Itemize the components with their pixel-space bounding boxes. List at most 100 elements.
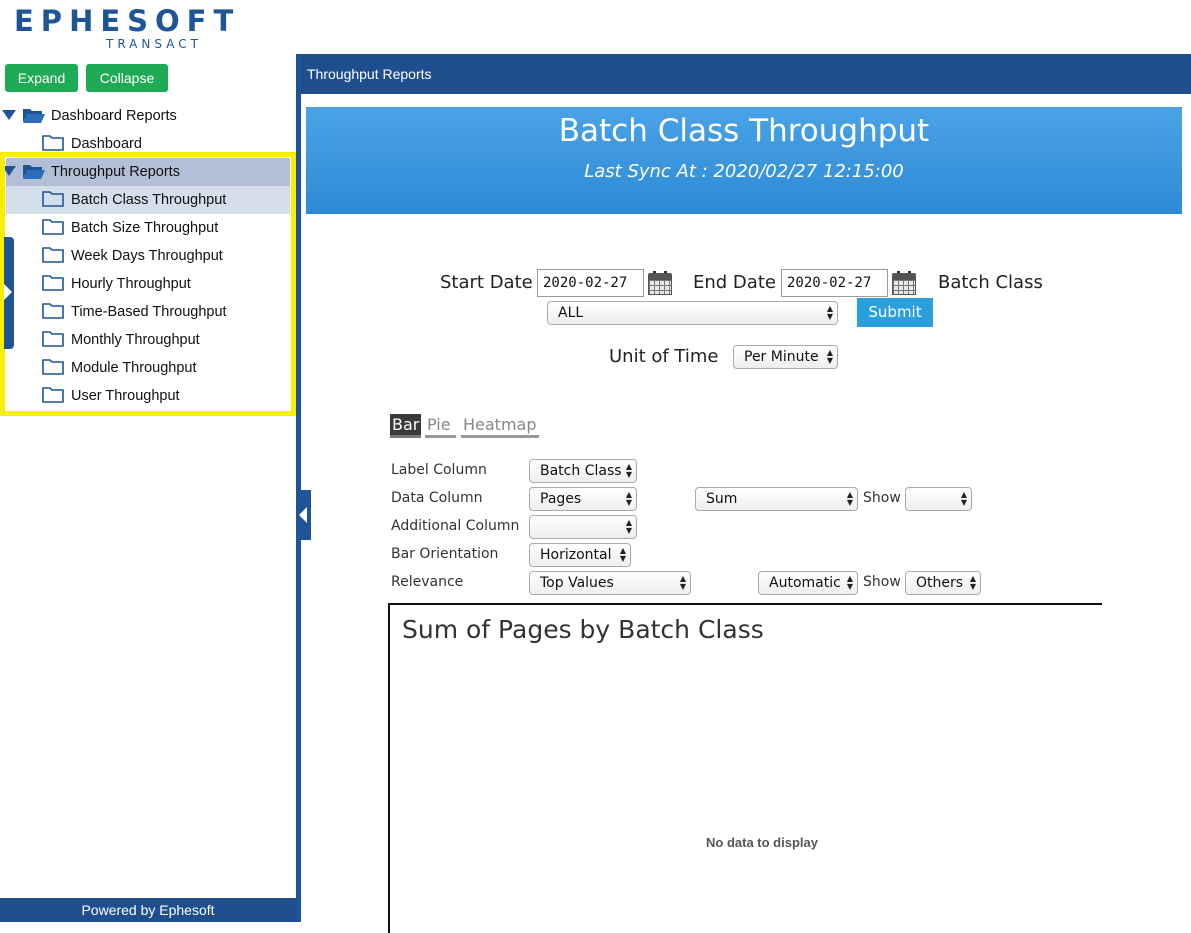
relevance-select[interactable]: Top Values ▲ ▼ (529, 571, 691, 595)
folder-icon (42, 246, 64, 267)
select-arrows-icon: ▲ ▼ (619, 546, 626, 563)
folder-icon (42, 386, 64, 407)
collapse-all-button[interactable]: Collapse All (86, 64, 168, 114)
tree-label: Time-Based Throughput (71, 304, 227, 320)
select-arrows-icon: ▲ ▼ (826, 304, 833, 321)
select-arrows-icon: ▲ ▼ (846, 574, 853, 591)
select-value: Horizontal (540, 547, 612, 563)
tree-label: Hourly Throughput (71, 276, 191, 292)
last-sync-text: Last Sync At : 2020/02/27 12:15:00 (584, 161, 904, 182)
folder-open-icon (22, 162, 46, 184)
logo-sub-text: TRANSACT (106, 37, 202, 51)
tree-item-week-days-throughput[interactable]: Week Days Throughput (0, 242, 296, 270)
select-value: Top Values (540, 575, 614, 591)
select-arrows-icon: ▲ ▼ (679, 574, 686, 591)
tab-heatmap[interactable]: Heatmap (461, 414, 539, 438)
bar-orientation-select[interactable]: Horizontal ▲ ▼ (529, 543, 631, 567)
no-data-message: No data to display (706, 835, 818, 850)
caret-down-icon[interactable] (2, 110, 16, 120)
select-arrows-icon: ▲ ▼ (625, 518, 632, 535)
chevron-right-icon[interactable] (4, 284, 12, 300)
tree-label: Week Days Throughput (71, 248, 223, 264)
powered-by-footer: Powered by Ephesoft (0, 898, 296, 922)
aggregate-select[interactable]: Sum ▲ ▼ (695, 487, 858, 511)
select-arrows-icon: ▲ ▼ (625, 462, 632, 479)
folder-icon (42, 190, 64, 211)
data-column-label: Data Column (391, 490, 483, 506)
panel-divider[interactable] (296, 54, 301, 922)
main-header: Throughput Reports (301, 54, 1191, 94)
select-arrows-icon: ▲ ▼ (826, 348, 833, 365)
unit-of-time-select[interactable]: Per Minute ▲ ▼ (733, 345, 838, 369)
tree-item-hourly-throughput[interactable]: Hourly Throughput (0, 270, 296, 298)
select-value: Others (916, 575, 964, 591)
ephesoft-logo: EPHESOFT TRANSACT (14, 4, 233, 51)
select-value: Batch Class (540, 463, 622, 479)
report-banner: Batch Class Throughput Last Sync At : 20… (306, 107, 1182, 214)
select-value: Automatic (769, 575, 841, 591)
folder-icon (42, 330, 64, 351)
end-date-label: End Date (693, 272, 776, 293)
tree-item-module-throughput[interactable]: Module Throughput (0, 354, 296, 382)
tab-bar[interactable]: Bar (390, 414, 421, 438)
tree-label: Dashboard Reports (51, 108, 177, 124)
select-arrows-icon: ▲ ▼ (960, 490, 967, 507)
unit-of-time-label: Unit of Time (609, 346, 719, 367)
additional-column-select[interactable]: ▲ ▼ (529, 515, 637, 539)
select-value: Pages (540, 491, 582, 507)
select-value: ALL (558, 305, 584, 321)
batch-class-label: Batch Class (938, 272, 1043, 293)
tree-label: Monthly Throughput (71, 332, 200, 348)
tree-label: Dashboard (71, 136, 142, 152)
show-others-select[interactable]: Others ▲ ▼ (905, 571, 981, 595)
select-arrows-icon: ▲ ▼ (625, 490, 632, 507)
tree-label: Batch Size Throughput (71, 220, 219, 236)
start-date-label: Start Date (440, 272, 533, 293)
folder-icon (42, 218, 64, 239)
data-column-select[interactable]: Pages ▲ ▼ (529, 487, 637, 511)
tree-item-monthly-throughput[interactable]: Monthly Throughput (0, 326, 296, 354)
show-count-select[interactable]: ▲ ▼ (905, 487, 972, 511)
select-arrows-icon: ▲ ▼ (969, 574, 976, 591)
expand-all-button[interactable]: Expand All (5, 64, 78, 114)
folder-icon (42, 274, 64, 295)
relevance-label: Relevance (391, 574, 464, 590)
sidebar: Expand All Collapse All Dashboard Report… (0, 54, 296, 922)
tab-pie[interactable]: Pie (425, 414, 456, 438)
show-label: Show (863, 574, 901, 590)
tree-item-user-throughput[interactable]: User Throughput (0, 382, 296, 410)
chart-title: Sum of Pages by Batch Class (402, 615, 764, 644)
start-date-input[interactable]: 2020-02-27 (537, 269, 644, 297)
chevron-left-icon[interactable] (299, 507, 307, 523)
folder-icon (42, 358, 64, 379)
tree-item-time-based-throughput[interactable]: Time-Based Throughput (0, 298, 296, 326)
chart-container: Sum of Pages by Batch Class No data to d… (388, 603, 1102, 933)
caret-down-icon[interactable] (2, 166, 16, 176)
label-column-label: Label Column (391, 462, 487, 478)
folder-icon (42, 302, 64, 323)
select-value: Per Minute (744, 349, 819, 365)
relevance-mode-select[interactable]: Automatic ▲ ▼ (758, 571, 858, 595)
tree-label: User Throughput (71, 388, 180, 404)
page-title: Batch Class Throughput (558, 113, 930, 149)
submit-button[interactable]: Submit (857, 298, 933, 327)
tree-item-batch-size-throughput[interactable]: Batch Size Throughput (0, 214, 296, 242)
tree-label: Module Throughput (71, 360, 197, 376)
tree-item-dashboard[interactable]: Dashboard (0, 130, 296, 158)
tree-node-throughput-reports[interactable]: Throughput Reports (2, 158, 290, 186)
report-tree: Dashboard Reports Dashboard Throughput R… (0, 102, 296, 410)
calendar-icon[interactable] (648, 271, 672, 295)
tree-label: Batch Class Throughput (71, 192, 227, 208)
bar-orientation-label: Bar Orientation (391, 546, 499, 562)
label-column-select[interactable]: Batch Class ▲ ▼ (529, 459, 637, 483)
logo-main-text: EPHESOFT (14, 4, 241, 38)
folder-icon (42, 134, 64, 155)
tree-node-dashboard-reports[interactable]: Dashboard Reports (0, 102, 296, 130)
batch-class-select[interactable]: ALL ▲ ▼ (547, 301, 838, 325)
main-header-title: Throughput Reports (307, 66, 432, 82)
additional-column-label: Additional Column (391, 518, 520, 534)
end-date-input[interactable]: 2020-02-27 (781, 269, 888, 297)
tree-item-batch-class-throughput[interactable]: Batch Class Throughput (6, 186, 290, 214)
calendar-icon[interactable] (892, 271, 916, 295)
folder-open-icon (22, 106, 46, 128)
